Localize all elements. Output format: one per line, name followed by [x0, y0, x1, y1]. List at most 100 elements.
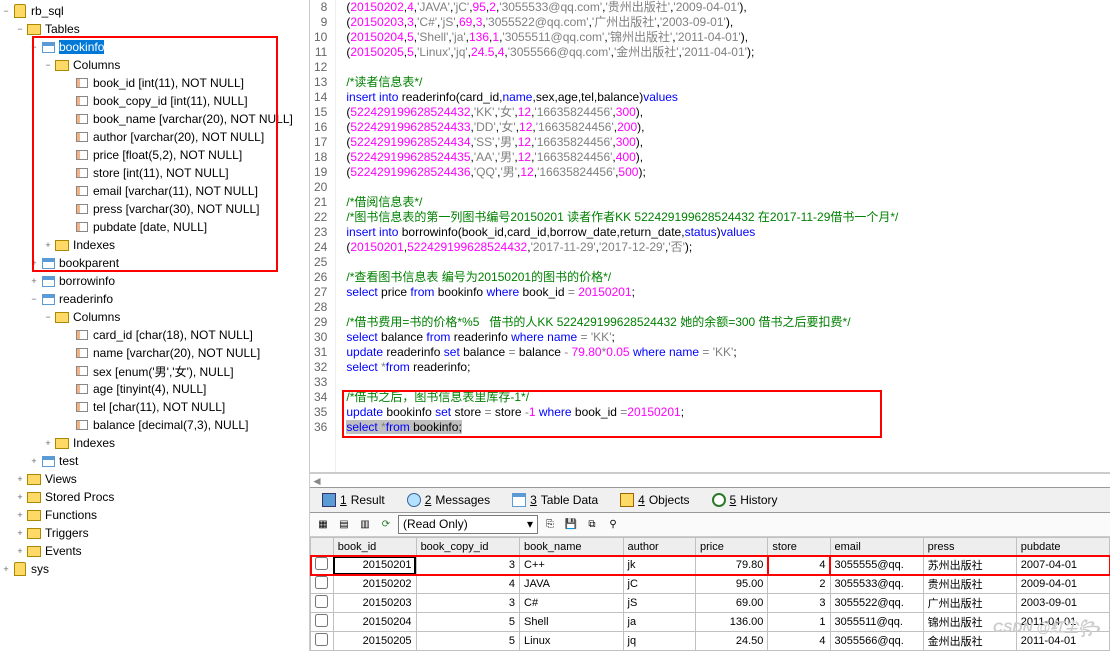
cell[interactable]: 4 — [416, 575, 519, 594]
column-node[interactable]: card_id [char(18), NOT NULL] — [0, 326, 309, 344]
cell[interactable]: 2011-04-01 — [1016, 613, 1109, 632]
column-node[interactable]: name [varchar(20), NOT NULL] — [0, 344, 309, 362]
indexes-folder[interactable]: +Indexes — [0, 434, 309, 452]
col-book_name[interactable]: book_name — [520, 538, 623, 556]
cell[interactable]: 贵州出版社 — [923, 575, 1016, 594]
table-row[interactable]: 201502033C#jS69.0033055522@qq.广州出版社2003-… — [311, 594, 1110, 613]
folder-stored procs[interactable]: +Stored Procs — [0, 488, 309, 506]
readonly-indicator[interactable]: (Read Only) ▾ — [398, 515, 538, 534]
col-pubdate[interactable]: pubdate — [1016, 538, 1109, 556]
cell[interactable]: 20150203 — [333, 594, 416, 613]
cell[interactable]: 20150201 — [333, 556, 416, 575]
column-node[interactable]: store [int(11), NOT NULL] — [0, 164, 309, 182]
table-row[interactable]: 201502055Linuxjq24.5043055566@qq.金州出版社20… — [311, 632, 1110, 651]
column-node[interactable]: email [varchar(11), NOT NULL] — [0, 182, 309, 200]
col-store[interactable]: store — [768, 538, 830, 556]
row-checkbox[interactable] — [315, 614, 328, 627]
folder-functions[interactable]: +Functions — [0, 506, 309, 524]
row-checkbox[interactable] — [315, 633, 328, 646]
cell[interactable]: 3055522@qq. — [830, 594, 923, 613]
cell[interactable]: Linux — [520, 632, 623, 651]
cell[interactable]: 4 — [768, 556, 830, 575]
columns-folder[interactable]: −Columns — [0, 56, 309, 74]
columns-folder[interactable]: −Columns — [0, 308, 309, 326]
cell[interactable]: 2007-04-01 — [1016, 556, 1109, 575]
cell[interactable]: 3 — [416, 594, 519, 613]
cell[interactable]: C++ — [520, 556, 623, 575]
col-book_copy_id[interactable]: book_copy_id — [416, 538, 519, 556]
cell[interactable]: 金州出版社 — [923, 632, 1016, 651]
cell[interactable]: 20150205 — [333, 632, 416, 651]
tab-objects[interactable]: 4Objects — [614, 491, 695, 509]
cell[interactable]: 3 — [768, 594, 830, 613]
table-test[interactable]: +test — [0, 452, 309, 470]
cell[interactable]: 69.00 — [695, 594, 767, 613]
col-author[interactable]: author — [623, 538, 695, 556]
cell[interactable]: 20150202 — [333, 575, 416, 594]
folder-events[interactable]: +Events — [0, 542, 309, 560]
column-node[interactable]: balance [decimal(7,3), NULL] — [0, 416, 309, 434]
cell[interactable]: 3055511@qq. — [830, 613, 923, 632]
cell[interactable]: 2 — [768, 575, 830, 594]
table-borrowinfo[interactable]: +borrowinfo — [0, 272, 309, 290]
indexes-folder[interactable]: +Indexes — [0, 236, 309, 254]
cell[interactable]: 广州出版社 — [923, 594, 1016, 613]
cell[interactable]: 锦州出版社 — [923, 613, 1016, 632]
cell[interactable]: 5 — [416, 632, 519, 651]
table-bookinfo[interactable]: −bookinfo — [0, 38, 309, 56]
table-row[interactable]: 201502024JAVAjC95.0023055533@qq.贵州出版社200… — [311, 575, 1110, 594]
column-node[interactable]: tel [char(11), NOT NULL] — [0, 398, 309, 416]
column-node[interactable]: age [tinyint(4), NULL] — [0, 380, 309, 398]
row-checkbox[interactable] — [315, 557, 328, 570]
column-node[interactable]: book_name [varchar(20), NOT NULL] — [0, 110, 309, 128]
row-checkbox[interactable] — [315, 595, 328, 608]
table-bookparent[interactable]: +bookparent — [0, 254, 309, 272]
column-node[interactable]: sex [enum('男','女'), NULL] — [0, 362, 309, 380]
cell[interactable]: jC — [623, 575, 695, 594]
scroll-left-icon[interactable]: ◄ — [310, 473, 324, 487]
cell[interactable]: 1 — [768, 613, 830, 632]
form-view-icon[interactable]: ▤ — [335, 516, 353, 534]
row-checkbox[interactable] — [315, 576, 328, 589]
sql-editor[interactable]: 8910111213141516171819202122232425262728… — [310, 0, 1110, 472]
column-node[interactable]: price [float(5,2), NOT NULL] — [0, 146, 309, 164]
cell[interactable]: 20150204 — [333, 613, 416, 632]
result-grid[interactable]: book_idbook_copy_idbook_nameauthorprices… — [310, 537, 1110, 651]
tab-history[interactable]: 5History — [706, 491, 784, 509]
col-book_id[interactable]: book_id — [333, 538, 416, 556]
copy-icon[interactable]: ⧉ — [583, 516, 601, 534]
cell[interactable]: jS — [623, 594, 695, 613]
tables-folder[interactable]: −Tables — [0, 20, 309, 38]
cell[interactable]: 136.00 — [695, 613, 767, 632]
cell[interactable]: 2009-04-01 — [1016, 575, 1109, 594]
folder-views[interactable]: +Views — [0, 470, 309, 488]
tab-messages[interactable]: 2Messages — [401, 491, 496, 509]
col-price[interactable]: price — [695, 538, 767, 556]
cell[interactable]: 5 — [416, 613, 519, 632]
cell[interactable]: 2011-04-01 — [1016, 632, 1109, 651]
table-row[interactable]: 201502013C++jk79.8043055555@qq.苏州出版社2007… — [311, 556, 1110, 575]
col-press[interactable]: press — [923, 538, 1016, 556]
cell[interactable]: 3055566@qq. — [830, 632, 923, 651]
save-icon[interactable]: 💾 — [562, 516, 580, 534]
folder-triggers[interactable]: +Triggers — [0, 524, 309, 542]
cell[interactable]: ja — [623, 613, 695, 632]
cell[interactable]: jq — [623, 632, 695, 651]
db-sys[interactable]: +sys — [0, 560, 309, 578]
grid-view-icon[interactable]: ▦ — [314, 516, 332, 534]
cell[interactable]: jk — [623, 556, 695, 575]
cell[interactable]: 95.00 — [695, 575, 767, 594]
text-view-icon[interactable]: ▥ — [356, 516, 374, 534]
cell[interactable]: Shell — [520, 613, 623, 632]
filter-icon[interactable]: ⚲ — [604, 516, 622, 534]
table-readerinfo[interactable]: −readerinfo — [0, 290, 309, 308]
cell[interactable]: 79.80 — [695, 556, 767, 575]
code-area[interactable]: (20150202,4,'JAVA','jC',95,2,'3055533@qq… — [336, 0, 1110, 435]
db-tree[interactable]: −rb_sql −Tables −bookinfo −Columns book_… — [0, 0, 310, 651]
cell[interactable]: 苏州出版社 — [923, 556, 1016, 575]
column-node[interactable]: book_copy_id [int(11), NULL] — [0, 92, 309, 110]
tab-result[interactable]: 1Result — [316, 491, 391, 509]
table-row[interactable]: 201502045Shellja136.0013055511@qq.锦州出版社2… — [311, 613, 1110, 632]
cell[interactable]: 2003-09-01 — [1016, 594, 1109, 613]
column-node[interactable]: book_id [int(11), NOT NULL] — [0, 74, 309, 92]
